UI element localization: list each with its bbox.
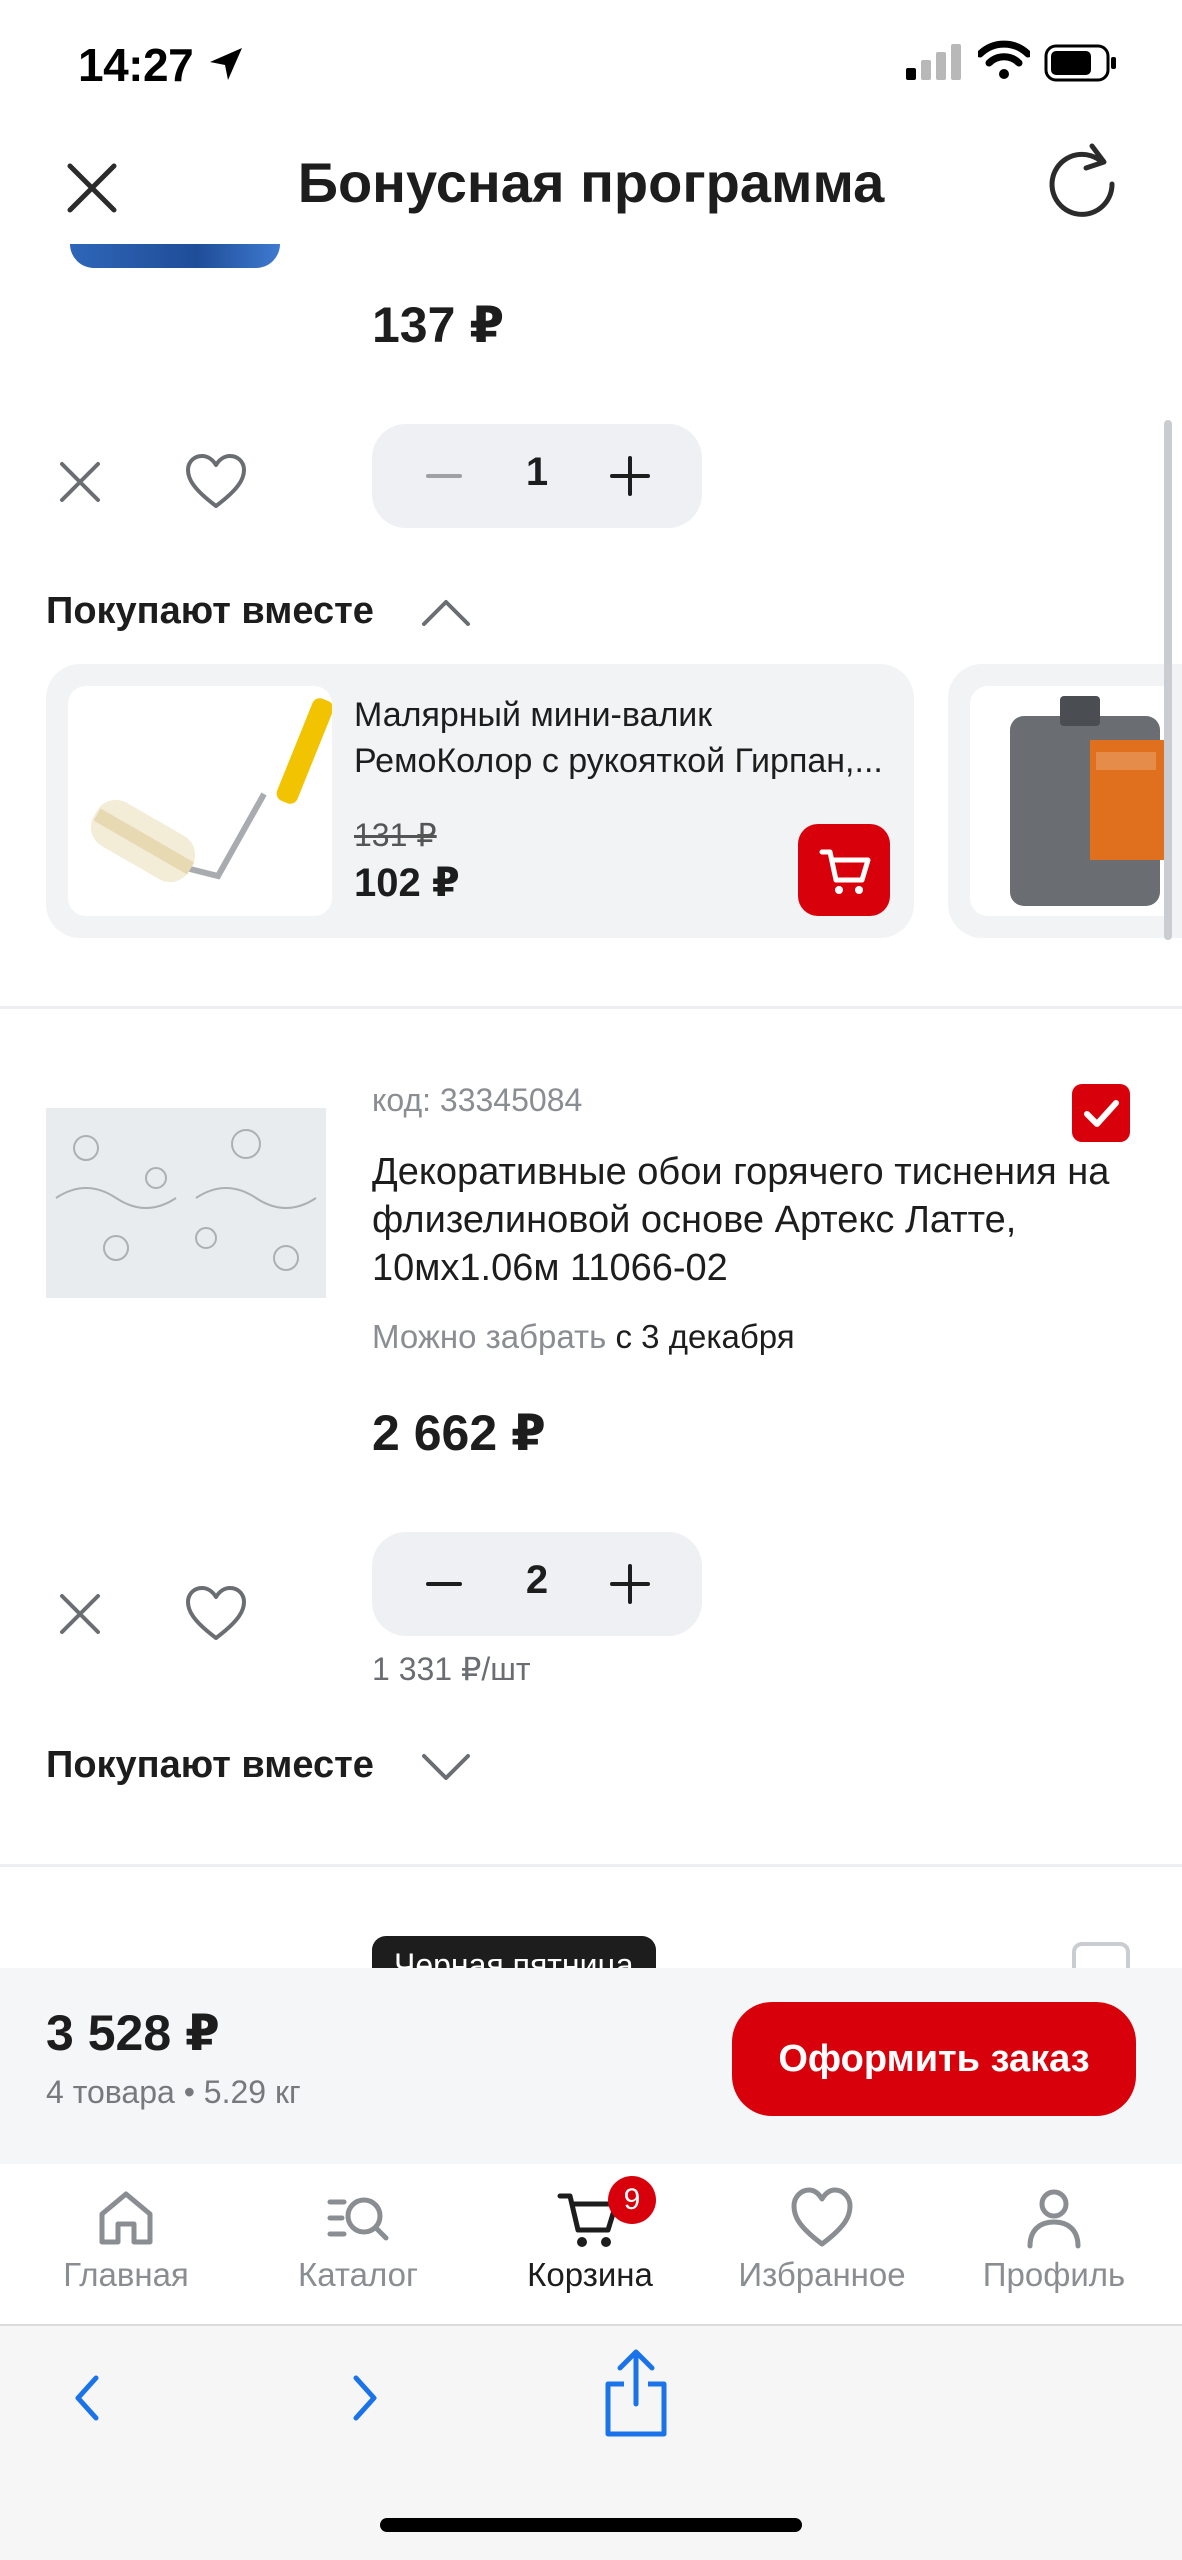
cart-icon [819, 849, 871, 894]
product-price: 137 ₽ [372, 297, 505, 353]
home-indicator[interactable] [380, 2518, 802, 2532]
battery-icon [1044, 44, 1116, 82]
tab-profile[interactable]: Профиль [936, 2164, 1172, 2324]
product-title[interactable]: Декоративные обои горячего тиснения на ф… [372, 1148, 1132, 1292]
divider [0, 1006, 1182, 1009]
heart-icon [791, 2187, 853, 2247]
tab-profile-label: Профиль [982, 2256, 1126, 2293]
product-image[interactable] [70, 244, 280, 268]
remove-icon[interactable] [56, 1590, 104, 1638]
home-icon [99, 2191, 153, 2245]
recommendation-name-line1: Малярный мини-валик [354, 696, 713, 734]
favorite-heart-icon[interactable] [184, 1584, 248, 1644]
unit-price: 1 331 ₽/шт [372, 1651, 531, 1687]
order-details: 4 товара • 5.29 кг [46, 2074, 301, 2110]
add-to-cart-button[interactable] [798, 824, 890, 916]
tab-catalog[interactable]: Каталог [240, 2164, 476, 2324]
status-time: 14:27 [78, 39, 194, 91]
back-icon[interactable] [66, 2370, 110, 2426]
tab-cart[interactable]: 9 Корзина [472, 2164, 708, 2324]
tab-home-label: Главная [63, 2256, 189, 2293]
reload-icon[interactable] [1044, 140, 1120, 220]
favorite-heart-icon[interactable] [184, 452, 248, 512]
quantity-stepper: 2 [372, 1532, 702, 1636]
recommendation-old-price: 131 ₽ [354, 817, 437, 853]
select-checkbox[interactable] [1072, 1084, 1130, 1142]
scrollbar[interactable] [1164, 420, 1172, 940]
divider [0, 1864, 1182, 1867]
tab-home[interactable]: Главная [8, 2164, 244, 2324]
wifi-icon [978, 40, 1030, 79]
plus-button[interactable] [600, 1554, 660, 1614]
tab-favorites-label: Избранное [738, 2256, 906, 2293]
page-title: Бонусная программа [297, 151, 885, 214]
pickup-label: Можно забрать [372, 1318, 607, 1355]
catalog-search-icon [327, 2197, 389, 2241]
pickup-date: с 3 декабря [615, 1318, 795, 1355]
checkout-button[interactable]: Оформить заказ [732, 2002, 1136, 2116]
recommendation-name: Малярный мини-валик РемоКолор с рукоятко… [354, 692, 884, 784]
chevron-down-icon[interactable] [418, 1748, 474, 1784]
product-price: 2 662 ₽ [372, 1405, 546, 1461]
wallpaper-product-image[interactable] [46, 1108, 326, 1298]
profile-icon [1027, 2189, 1081, 2249]
recommendation-name-line2: РемоКолор с рукояткой Гирпан,... [354, 742, 883, 780]
recommendation-card-partial[interactable] [948, 664, 1182, 938]
tab-favorites[interactable]: Избранное [704, 2164, 940, 2324]
tab-catalog-label: Каталог [298, 2256, 418, 2293]
chevron-up-icon[interactable] [418, 594, 474, 630]
recommendation-price: 102 ₽ [354, 861, 460, 905]
checkmark-icon [1084, 1100, 1119, 1127]
primer-product-image [970, 686, 1170, 916]
plus-button[interactable] [600, 446, 660, 506]
roller-product-image [68, 686, 332, 916]
product-code: код: 33345084 [372, 1082, 583, 1118]
share-icon[interactable] [598, 2346, 674, 2442]
pickup-info: Можно забрать с 3 декабря [372, 1318, 795, 1356]
order-total: 3 528 ₽ [46, 2005, 220, 2061]
quantity-stepper: 1 [372, 424, 702, 528]
forward-icon[interactable] [342, 2370, 386, 2426]
recommendation-card[interactable]: Малярный мини-валик РемоКолор с рукоятко… [46, 664, 914, 938]
tab-cart-label: Корзина [527, 2256, 653, 2293]
together-title: Покупают вместе [46, 590, 374, 632]
location-arrow-icon [210, 48, 242, 80]
remove-icon[interactable] [56, 458, 104, 506]
cart-count-badge: 9 [608, 2176, 656, 2224]
together-title: Покупают вместе [46, 1744, 374, 1786]
cellular-signal-icon [906, 44, 961, 80]
